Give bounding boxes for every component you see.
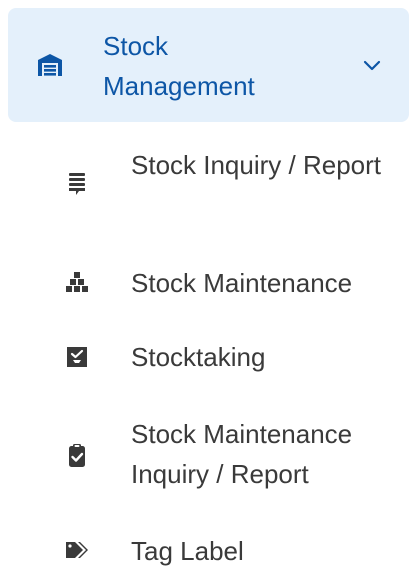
stock-management-label: Stock Management	[103, 31, 255, 101]
menu-item-label: Stock Maintenance	[131, 268, 353, 298]
chevron-down-icon[interactable]	[362, 58, 382, 72]
menu-item-stocktaking[interactable]: Stocktaking	[0, 336, 409, 378]
menu-item-label: Stock Inquiry / Report	[131, 150, 381, 180]
menu-item-label: Tag Label	[131, 536, 244, 566]
menu-item-label: Stocktaking	[131, 342, 266, 372]
warehouse-icon	[37, 53, 63, 77]
stock-management-group[interactable]: Stock Management	[8, 8, 409, 122]
menu-item-tag-label[interactable]: Tag Label	[0, 530, 409, 567]
tags-icon	[64, 538, 90, 564]
clipboard-check-icon	[64, 443, 90, 469]
boxes-icon	[64, 269, 90, 295]
menu-item-stock-maintenance-inquiry-report[interactable]: Stock Maintenance Inquiry / Report	[0, 410, 409, 502]
report-list-icon	[64, 171, 90, 197]
menu-item-stock-maintenance[interactable]: Stock Maintenance	[0, 262, 409, 304]
menu-item-label: Stock Maintenance Inquiry / Report	[131, 419, 353, 489]
inbox-check-icon	[64, 343, 90, 369]
sidebar-menu: Stock Management Stock Inquiry / Report	[0, 0, 409, 567]
menu-item-stock-inquiry-report[interactable]: Stock Inquiry / Report	[0, 140, 409, 232]
